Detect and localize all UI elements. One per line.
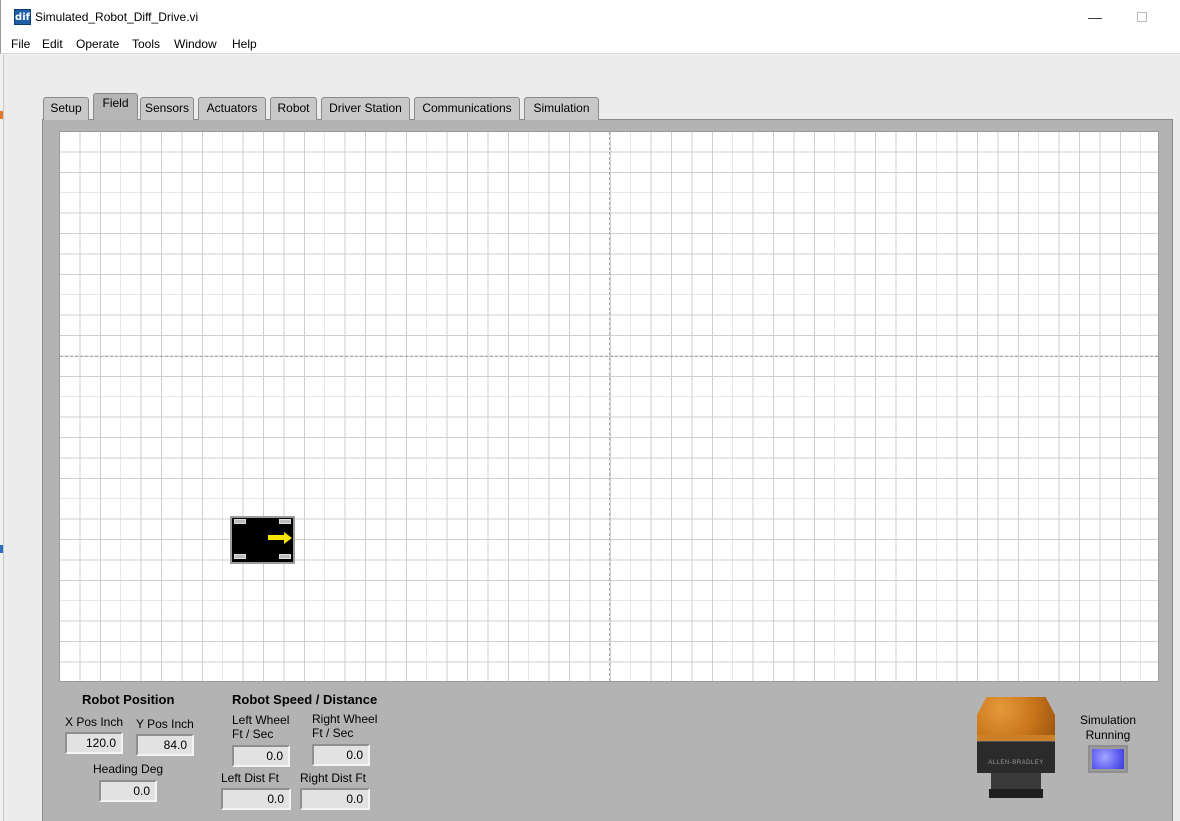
wheel-icon xyxy=(234,554,246,559)
menu-window[interactable]: Window xyxy=(174,37,217,51)
led-lamp-icon xyxy=(1092,749,1124,769)
menu-operate[interactable]: Operate xyxy=(76,37,119,51)
menu-tools[interactable]: Tools xyxy=(132,37,160,51)
right-dist-label: Right Dist Ft xyxy=(300,771,367,785)
stack-light-foot xyxy=(989,789,1043,798)
tab-actuators[interactable]: Actuators xyxy=(198,97,266,120)
simulation-running-label: Simulation Running xyxy=(1079,713,1137,742)
tab-setup[interactable]: Setup xyxy=(43,97,89,120)
right-dist-indicator: 0.0 xyxy=(300,788,370,810)
right-wheel-speed-indicator: 0.0 xyxy=(312,744,370,766)
wheel-icon xyxy=(279,519,291,524)
field-centerline-vertical xyxy=(609,132,610,681)
field-centerline-horizontal xyxy=(60,356,1158,357)
tab-simulation[interactable]: Simulation xyxy=(524,97,599,120)
stack-light-brand: ALLEN-BRADLEY xyxy=(988,760,1044,766)
tab-sensors[interactable]: Sensors xyxy=(140,97,194,120)
x-pos-label: X Pos Inch xyxy=(65,715,124,729)
tab-field[interactable]: Field xyxy=(93,93,138,120)
simulation-running-led xyxy=(1088,745,1128,773)
left-wheel-speed-indicator: 0.0 xyxy=(232,745,290,767)
maximize-icon xyxy=(1137,12,1147,22)
left-dist-label: Left Dist Ft xyxy=(221,771,280,785)
stack-light-lamp xyxy=(977,697,1055,737)
heading-arrow-head-icon xyxy=(284,532,292,544)
menu-help[interactable]: Help xyxy=(232,37,257,51)
left-dist-indicator: 0.0 xyxy=(221,788,291,810)
robot-icon xyxy=(230,516,295,564)
heading-label: Heading Deg xyxy=(93,762,164,776)
y-pos-label: Y Pos Inch xyxy=(136,717,194,731)
maximize-button[interactable] xyxy=(1127,7,1157,27)
right-wheel-label: Right Wheel Ft / Sec xyxy=(312,712,378,740)
tab-robot[interactable]: Robot xyxy=(270,97,317,120)
stack-light-body: ALLEN-BRADLEY xyxy=(977,741,1055,773)
edge-marker xyxy=(0,111,3,119)
field-grid xyxy=(59,131,1159,682)
wheel-icon xyxy=(234,519,246,524)
tab-communications[interactable]: Communications xyxy=(414,97,520,120)
app-icon: dif xyxy=(14,9,31,25)
menu-edit[interactable]: Edit xyxy=(42,37,63,51)
wheel-icon xyxy=(279,554,291,559)
y-pos-indicator: 84.0 xyxy=(136,734,194,756)
menu-bar: File Edit Operate Tools Window Help xyxy=(0,34,1180,54)
robot-speed-title: Robot Speed / Distance xyxy=(232,692,378,707)
minimize-button[interactable]: — xyxy=(1080,7,1110,27)
title-bar: dif Simulated_Robot_Diff_Drive.vi — xyxy=(0,0,1180,34)
x-pos-indicator: 120.0 xyxy=(65,732,123,754)
left-wheel-label: Left Wheel Ft / Sec xyxy=(232,713,290,741)
robot-position-title: Robot Position xyxy=(82,692,175,707)
menu-file[interactable]: File xyxy=(11,37,30,51)
heading-indicator: 0.0 xyxy=(99,780,157,802)
edge-marker xyxy=(0,545,3,553)
tab-driver-station[interactable]: Driver Station xyxy=(321,97,410,120)
window-title: Simulated_Robot_Diff_Drive.vi xyxy=(35,10,199,24)
stack-light-icon: ALLEN-BRADLEY xyxy=(975,697,1057,800)
